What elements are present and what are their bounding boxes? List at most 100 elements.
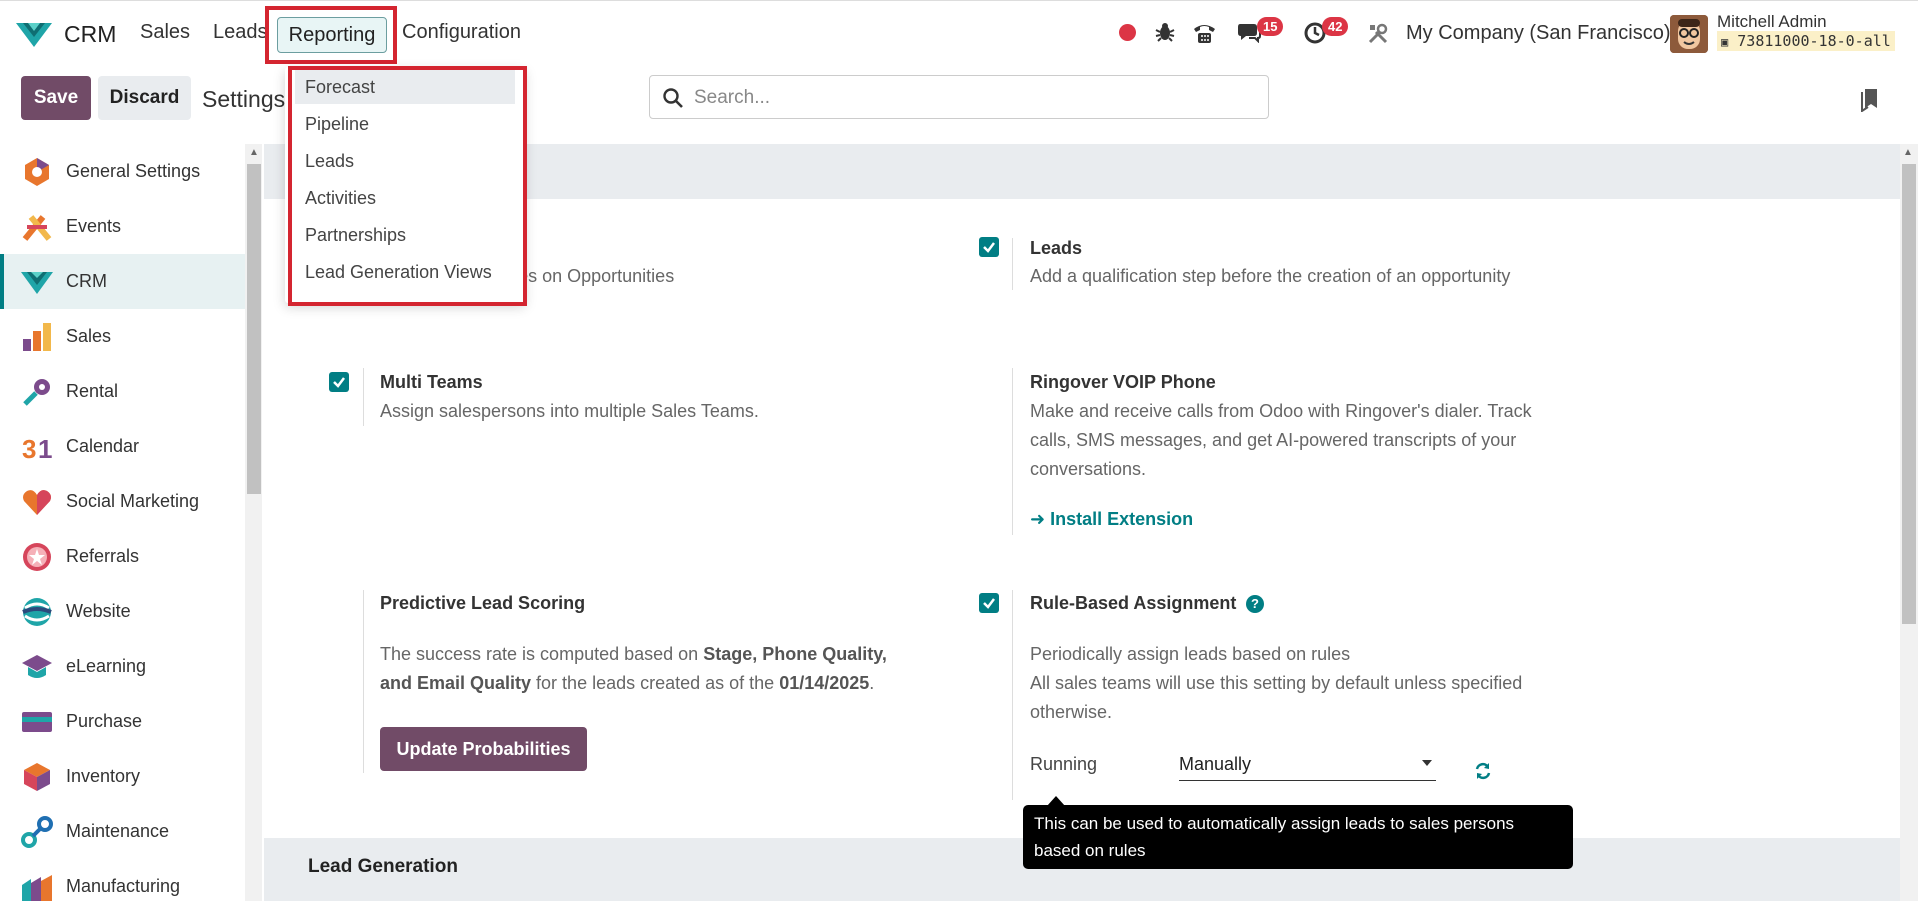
database-icon: ▣ (1721, 35, 1729, 49)
sidebar-item-label: Rental (66, 381, 119, 401)
user-name[interactable]: Mitchell Admin (1717, 12, 1827, 32)
sidebar-item-website[interactable]: Website (0, 584, 245, 639)
running-select-value: Manually (1179, 754, 1252, 774)
sidebar-scrollbar-thumb[interactable] (247, 164, 261, 494)
multi-teams-title: Multi Teams (380, 372, 483, 392)
tools-icon[interactable] (1367, 23, 1389, 45)
database-name: ▣ 73811000-18-0-all (1717, 31, 1895, 51)
rule-based-assignment-title: Rule-Based Assignment (1030, 593, 1237, 613)
sidebar-item-social-marketing[interactable]: Social Marketing (0, 474, 245, 529)
predictive-desc-fields: and Email Quality (380, 673, 532, 693)
record-icon[interactable] (1119, 24, 1136, 41)
elearning-icon (22, 654, 52, 678)
discard-button[interactable]: Discard (98, 76, 191, 120)
content-scrollbar-thumb[interactable] (1902, 164, 1916, 624)
rule-based-desc-line: otherwise. (1030, 702, 1113, 722)
rule-based-desc-line: Periodically assign leads based on rules (1030, 644, 1351, 664)
messages-button[interactable]: 15 (1237, 17, 1287, 47)
divider (363, 590, 364, 773)
svg-text:1: 1 (38, 434, 52, 463)
sidebar-item-label: Social Marketing (66, 491, 200, 511)
sidebar-item-crm[interactable]: CRM (0, 254, 245, 309)
install-extension-label: Install Extension (1050, 509, 1194, 529)
maintenance-icon (21, 815, 53, 848)
save-button[interactable]: Save (21, 76, 91, 120)
search-placeholder: Search... (694, 87, 771, 108)
install-extension-link[interactable]: ➜ Install Extension (1030, 509, 1193, 530)
sidebar-item-rental[interactable]: Rental (0, 364, 245, 419)
scroll-up-arrow-icon[interactable]: ▲ (249, 147, 259, 158)
menu-sales[interactable]: Sales (140, 21, 190, 44)
help-icon[interactable]: ? (1246, 595, 1264, 613)
leads-title: Leads (1030, 238, 1083, 258)
calendar-icon: 3 1 (22, 434, 52, 463)
divider (1012, 368, 1013, 535)
sidebar-item-purchase[interactable]: Purchase (0, 694, 245, 749)
sidebar-item-calendar[interactable]: 3 1 Calendar (0, 419, 245, 474)
inventory-icon (24, 762, 50, 791)
sidebar-item-maintenance[interactable]: Maintenance (0, 804, 245, 859)
sidebar-item-inventory[interactable]: Inventory (0, 749, 245, 804)
arrow-right-icon: ➜ (1030, 509, 1051, 529)
sidebar-item-label: Sales (66, 326, 112, 346)
sidebar-item-label: Calendar (66, 436, 140, 456)
sidebar-item-label: eLearning (66, 656, 147, 676)
avatar[interactable] (1670, 15, 1708, 53)
sidebar-item-general-settings[interactable]: General Settings (0, 144, 245, 199)
update-probabilities-button[interactable]: Update Probabilities (380, 727, 587, 771)
top-navbar: CRM Sales Leads Reporting Configuration … (0, 0, 1918, 66)
multi-teams-checkbox[interactable] (329, 372, 349, 392)
search-input[interactable]: Search... (649, 75, 1269, 119)
menu-configuration[interactable]: Configuration (402, 21, 521, 44)
page-title: Settings (202, 86, 286, 112)
bookmark-icon[interactable] (1860, 88, 1880, 112)
sidebar-item-sales[interactable]: Sales (0, 309, 245, 364)
app-name[interactable]: CRM (64, 21, 116, 48)
leads-checkbox[interactable] (979, 237, 999, 257)
rental-icon (23, 378, 50, 406)
bug-icon[interactable] (1154, 21, 1176, 43)
running-select[interactable]: Manually (1179, 751, 1436, 781)
social-marketing-icon (23, 489, 51, 515)
scroll-up-arrow-icon[interactable]: ▲ (1903, 147, 1913, 158)
sidebar-item-elearning[interactable]: eLearning (0, 639, 245, 694)
company-switcher[interactable]: My Company (San Francisco) (1406, 22, 1671, 45)
divider (363, 368, 364, 426)
activities-button[interactable]: 42 (1303, 17, 1353, 47)
leads-desc: Add a qualification step before the crea… (1030, 266, 1511, 286)
sidebar-item-label: Inventory (66, 766, 141, 786)
running-label: Running (1030, 754, 1098, 774)
purchase-icon (22, 711, 52, 732)
sidebar-item-label: CRM (66, 271, 107, 291)
general-settings-icon (25, 157, 49, 186)
highlight-dropdown (288, 66, 527, 306)
predictive-desc-text: for the leads created as of the (531, 673, 780, 693)
divider (1012, 590, 1013, 800)
predictive-desc-date: 01/14/2025 (779, 673, 870, 693)
sidebar-item-label: Events (66, 216, 122, 236)
ringover-desc-line: calls, SMS messages, and get AI-powered … (1030, 430, 1517, 450)
menu-leads[interactable]: Leads (213, 21, 268, 44)
sidebar-item-label: General Settings (66, 161, 201, 181)
lead-generation-title: Lead Generation (308, 856, 458, 877)
sidebar-item-referrals[interactable]: Referrals (0, 529, 245, 584)
sidebar-item-label: Website (66, 601, 131, 621)
sidebar-item-manufacturing[interactable]: Manufacturing (0, 859, 245, 901)
sidebar-item-events[interactable]: Events (0, 199, 245, 254)
predictive-scoring-desc: The success rate is computed based on St… (380, 640, 940, 698)
sidebar-item-label: Referrals (66, 546, 140, 566)
highlight-reporting (265, 6, 397, 64)
tooltip: This can be used to automatically assign… (1023, 805, 1573, 869)
events-icon (22, 214, 52, 241)
predictive-desc-text: . (869, 673, 875, 693)
divider (1012, 238, 1013, 290)
sidebar-item-label: Purchase (66, 711, 143, 731)
refresh-icon[interactable] (1474, 762, 1492, 780)
predictive-desc-fields: Stage, Phone Quality, (703, 644, 887, 664)
phone-icon[interactable] (1192, 21, 1217, 45)
rule-based-assignment-checkbox[interactable] (979, 593, 999, 613)
crm-app-icon[interactable] (16, 19, 52, 49)
ringover-title: Ringover VOIP Phone (1030, 372, 1216, 392)
ringover-desc-line: conversations. (1030, 459, 1147, 479)
sidebar-item-label: Manufacturing (66, 876, 181, 896)
